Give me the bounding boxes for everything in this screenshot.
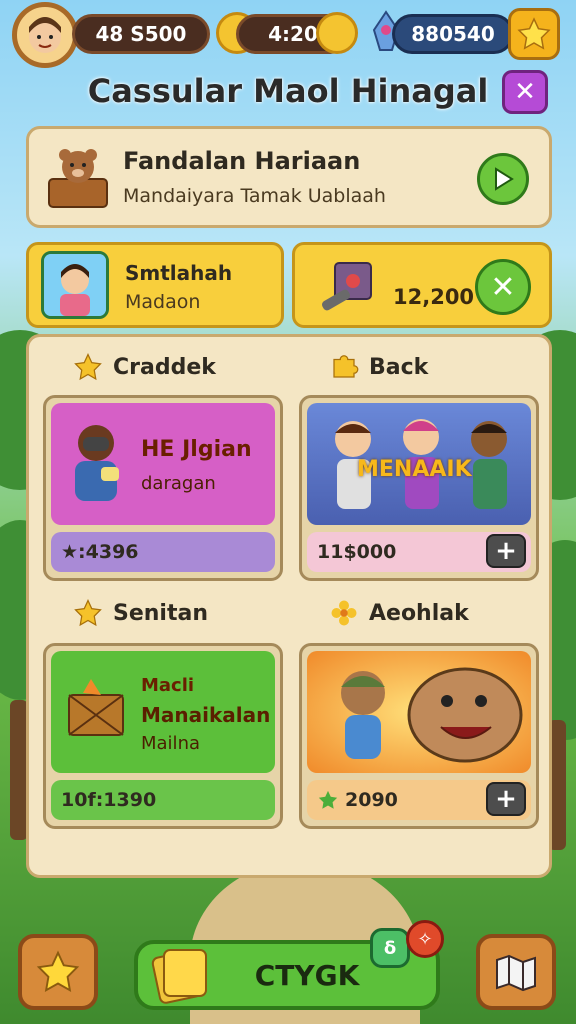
daily-title: Fandalan Hariaan bbox=[123, 147, 361, 175]
character-thumb-icon bbox=[41, 251, 109, 319]
section-header-4: Aeohlak bbox=[329, 591, 469, 635]
shop-grid-panel: Craddek Back HE Jlgian daragan ★:4396 ME… bbox=[26, 334, 552, 878]
item-3-line-2: Manaikalan bbox=[141, 703, 271, 727]
item-1-price: ★:4396 bbox=[51, 532, 275, 572]
favorites-button[interactable] bbox=[18, 934, 98, 1010]
shop-item-4[interactable]: 2090 + bbox=[299, 643, 539, 829]
clover-icon bbox=[318, 790, 338, 809]
add-item-4-button[interactable]: + bbox=[486, 782, 526, 816]
item-1-price-value: ★:4396 bbox=[61, 541, 139, 563]
play-icon bbox=[495, 167, 514, 191]
crate-icon bbox=[68, 679, 124, 736]
masked-character-icon bbox=[75, 425, 119, 501]
star-icon bbox=[36, 950, 80, 993]
item-2-price-value: 11$000 bbox=[317, 541, 397, 563]
section-header-2: Back bbox=[329, 345, 428, 389]
machine-icon bbox=[317, 255, 381, 315]
add-item-2-button[interactable]: + bbox=[486, 534, 526, 568]
close-icon: ✕ bbox=[514, 77, 536, 107]
puzzle-icon bbox=[333, 355, 359, 378]
plus-icon: + bbox=[495, 536, 517, 566]
section-title-4: Aeohlak bbox=[369, 600, 469, 626]
timer-value: 4:20 bbox=[268, 22, 318, 46]
section-header-1: Craddek bbox=[73, 345, 216, 389]
item-3-line-3: Mailna bbox=[141, 733, 201, 754]
page-title: Cassular Maol Hinagal bbox=[87, 72, 489, 110]
title-row: Cassular Maol Hinagal ✕ bbox=[0, 68, 576, 118]
shop-item-3[interactable]: Macli Manaikalan Mailna 10f:1390 bbox=[43, 643, 283, 829]
map-button[interactable] bbox=[476, 934, 556, 1010]
item-1-art: HE Jlgian daragan bbox=[51, 403, 275, 525]
notification-badge-green: δ bbox=[370, 928, 410, 968]
player-avatar-icon[interactable] bbox=[12, 2, 78, 68]
cards-icon bbox=[151, 949, 207, 1004]
item-3-art: Macli Manaikalan Mailna bbox=[51, 651, 275, 773]
section-title-1: Craddek bbox=[113, 354, 216, 380]
flower-icon bbox=[331, 600, 357, 626]
plus-icon: + bbox=[495, 784, 517, 814]
star-icon bbox=[74, 353, 102, 381]
notification-badge-red: ✧ bbox=[406, 920, 444, 958]
star-icon bbox=[517, 17, 551, 50]
coin-icon bbox=[316, 12, 358, 54]
section-title-2: Back bbox=[369, 354, 429, 380]
daily-panel[interactable]: Fandalan Hariaan Mandaiyara Tamak Uablaa… bbox=[26, 126, 552, 228]
shop-item-1[interactable]: HE Jlgian daragan ★:4396 bbox=[43, 395, 283, 581]
animal-characters-icon bbox=[341, 667, 523, 763]
chest-bear-icon bbox=[45, 145, 111, 211]
item-3-price-value: 10f:1390 bbox=[61, 789, 157, 811]
close-button[interactable]: ✕ bbox=[502, 70, 548, 114]
star-button[interactable] bbox=[508, 8, 560, 60]
badge-green-value: δ bbox=[383, 937, 397, 959]
item-4-price-value: 2090 bbox=[345, 789, 398, 811]
gold-counter: 48 S500 bbox=[72, 14, 210, 54]
badge-red-value: ✧ bbox=[417, 928, 433, 950]
section-title-3: Senitan bbox=[113, 600, 208, 626]
item-4-art bbox=[307, 651, 531, 773]
energy-counter: 880540 bbox=[392, 14, 514, 54]
dismiss-button[interactable]: ✕ bbox=[475, 259, 531, 315]
play-button[interactable] bbox=[477, 153, 529, 205]
gold-counter-value: 48 S500 bbox=[95, 22, 187, 46]
section-header-3: Senitan bbox=[73, 591, 208, 635]
energy-value: 880540 bbox=[411, 22, 495, 46]
bottom-bar: CTYGK δ ✧ bbox=[0, 920, 576, 1024]
item-3-price: 10f:1390 bbox=[51, 780, 275, 820]
tool-card-value: 12,200 bbox=[393, 285, 475, 309]
item-2-label: MENAAIK bbox=[357, 457, 472, 482]
top-bar: 48 S500 4:20 880540 bbox=[0, 0, 576, 70]
item-2-art: MENAAIK bbox=[307, 403, 531, 525]
map-icon bbox=[496, 954, 536, 992]
item-1-title: HE Jlgian bbox=[141, 437, 252, 462]
tool-card[interactable]: 12,200 ✕ bbox=[292, 242, 552, 328]
profile-card-title: Smtlahah bbox=[125, 261, 233, 285]
item-1-subtitle: daragan bbox=[141, 473, 216, 494]
profile-card[interactable]: Smtlahah Madaon bbox=[26, 242, 284, 328]
close-icon: ✕ bbox=[490, 269, 516, 305]
shop-item-2[interactable]: MENAAIK 11$000 + bbox=[299, 395, 539, 581]
star-icon bbox=[74, 599, 102, 627]
profile-card-subtitle: Madaon bbox=[125, 291, 201, 313]
daily-subtitle: Mandaiyara Tamak Uablaah bbox=[123, 185, 386, 207]
main-action-label: CTYGK bbox=[254, 958, 360, 992]
item-3-line-1: Macli bbox=[141, 675, 195, 696]
